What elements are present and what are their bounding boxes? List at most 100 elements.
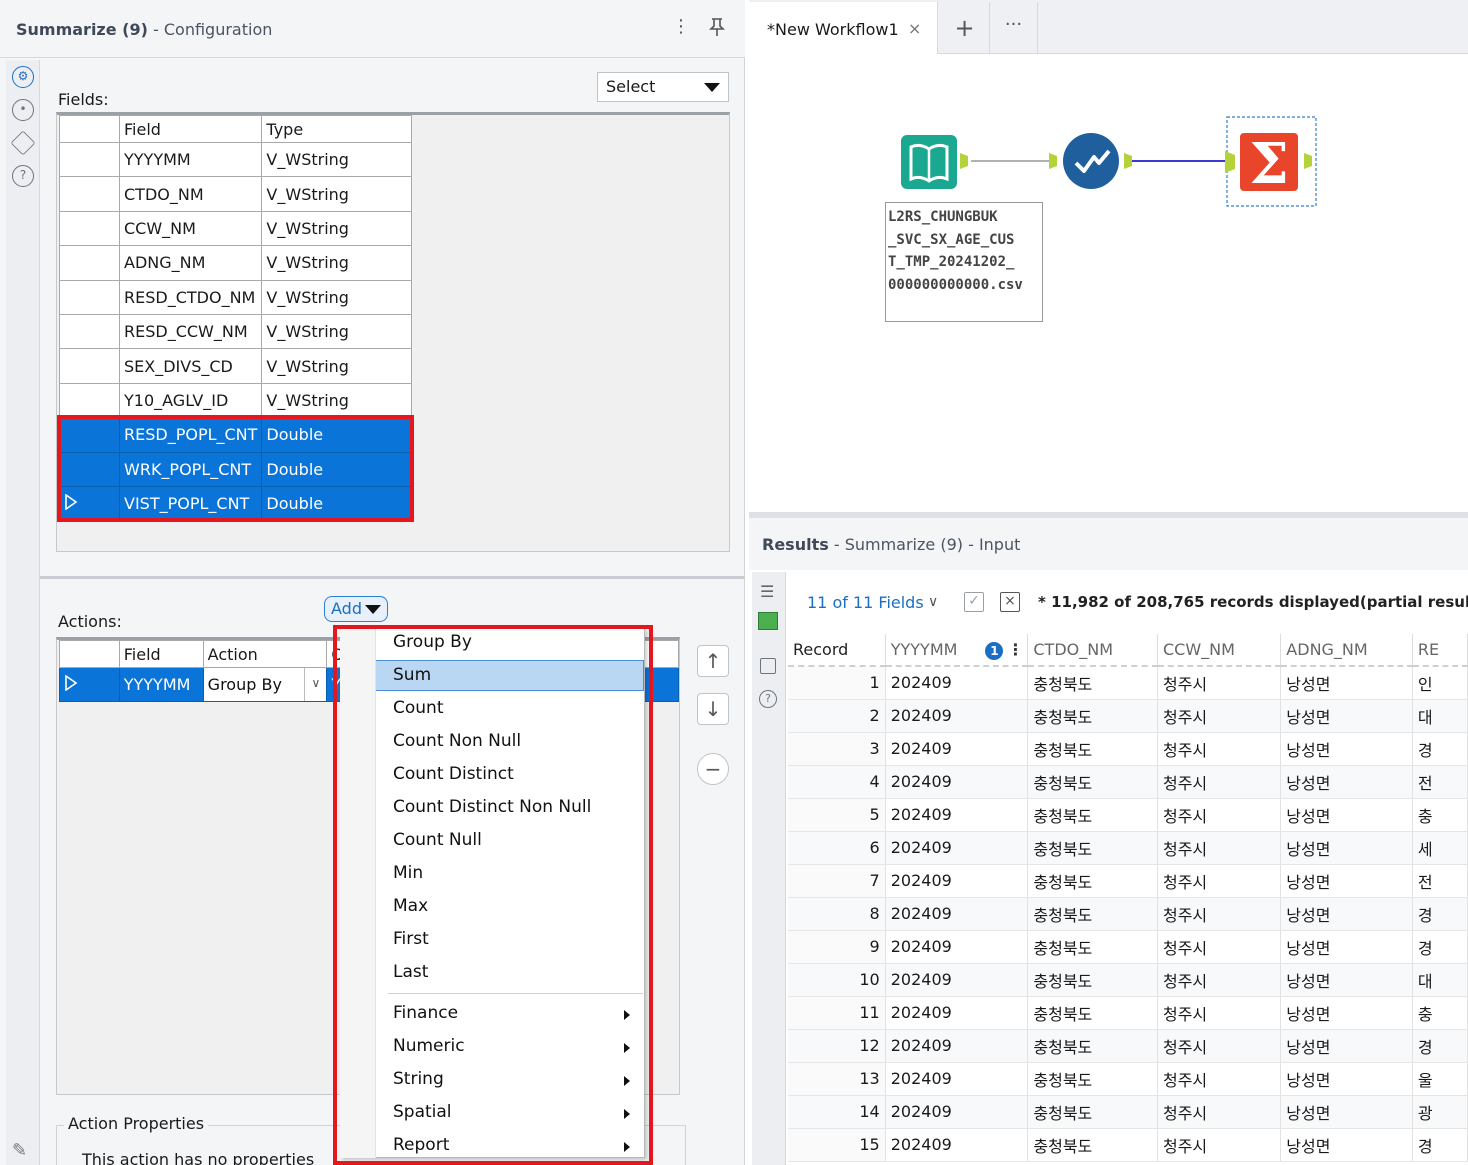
- column-header-record[interactable]: Record: [788, 634, 886, 667]
- move-down-button[interactable]: ↓: [697, 693, 729, 725]
- table-row[interactable]: 11 202409 충청북도 청주시 낭성면 충: [788, 996, 1468, 1030]
- column-header-yyyymm[interactable]: YYYYMM 1 ⋮: [885, 634, 1029, 667]
- table-row[interactable]: SEX_DIVS_CD V_WString: [59, 348, 413, 384]
- fields-count-dropdown[interactable]: 11 of 11 Fields: [807, 593, 924, 612]
- re-cell: 경: [1412, 930, 1468, 964]
- list-icon[interactable]: ☰: [760, 582, 774, 601]
- action-select[interactable]: Group By ∨: [202, 666, 328, 703]
- cursor-circle-icon[interactable]: •: [12, 99, 34, 121]
- table-row[interactable]: 14 202409 충청북도 청주시 낭성면 광: [788, 1095, 1468, 1129]
- ctdo-nm-cell: 충청북도: [1027, 765, 1158, 799]
- column-header-re[interactable]: RE: [1412, 634, 1468, 667]
- gear-icon[interactable]: ⚙: [12, 66, 34, 88]
- check-icon[interactable]: ✓: [964, 592, 984, 612]
- table-row[interactable]: 7 202409 충청북도 청주시 낭성면 전: [788, 864, 1468, 898]
- table-row[interactable]: 3 202409 충청북도 청주시 낭성면 경: [788, 732, 1468, 766]
- ctdo-nm-cell: 충청북도: [1027, 897, 1158, 931]
- ctdo-nm-cell: 충청북도: [1027, 699, 1158, 733]
- pin-icon[interactable]: [704, 16, 730, 42]
- ctdo-nm-cell: 충청북도: [1027, 666, 1158, 700]
- adng-nm-cell: 낭성면: [1280, 1029, 1413, 1063]
- pencil-icon[interactable]: ✎: [12, 1140, 27, 1161]
- close-icon[interactable]: ×: [908, 19, 921, 38]
- row-indicator: [59, 141, 120, 178]
- select-tool[interactable]: [1049, 133, 1132, 189]
- adng-nm-cell: 낭성면: [1280, 831, 1413, 865]
- help-icon[interactable]: ?: [12, 165, 34, 187]
- record-cell: 12: [788, 1029, 886, 1063]
- add-button[interactable]: Add: [324, 596, 388, 622]
- column-header-adng-nm[interactable]: ADNG_NM: [1280, 634, 1413, 667]
- kebab-menu-icon[interactable]: ⋮: [672, 16, 690, 42]
- column-header-ccw-nm[interactable]: CCW_NM: [1157, 634, 1282, 667]
- table-row[interactable]: CCW_NM V_WString: [59, 210, 413, 247]
- table-row[interactable]: 8 202409 충청북도 청주시 낭성면 경: [788, 897, 1468, 931]
- row-indicator: [59, 313, 120, 350]
- tool-title: Summarize (9): [16, 20, 148, 39]
- adng-nm-cell: 낭성면: [1280, 897, 1413, 931]
- action-select-value: Group By: [207, 675, 282, 695]
- ctdo-nm-cell: 충청북도: [1027, 798, 1158, 832]
- table-row[interactable]: 5 202409 충청북도 청주시 낭성면 충: [788, 798, 1468, 832]
- record-cell: 4: [788, 765, 886, 799]
- tag-icon[interactable]: [760, 658, 776, 674]
- select-dropdown[interactable]: Select: [597, 72, 729, 102]
- ccw-nm-cell: 청주시: [1157, 930, 1282, 964]
- more-tabs-button[interactable]: ···: [990, 2, 1038, 54]
- new-tab-button[interactable]: +: [940, 2, 990, 54]
- panel-splitter[interactable]: [40, 576, 745, 579]
- chevron-down-icon[interactable]: ∨: [304, 668, 326, 701]
- table-row[interactable]: 6 202409 충청북도 청주시 낭성면 세: [788, 831, 1468, 865]
- add-button-label: Add: [331, 599, 362, 618]
- table-row[interactable]: 13 202409 충청북도 청주시 낭성면 울: [788, 1062, 1468, 1096]
- field-type-cell: V_WString: [261, 210, 413, 247]
- table-row[interactable]: 2 202409 충청북도 청주시 낭성면 대: [788, 699, 1468, 733]
- table-row[interactable]: RESD_CTDO_NM V_WString: [59, 279, 413, 315]
- help-icon[interactable]: ?: [759, 690, 777, 708]
- highlight-box-selected-fields: [57, 415, 414, 522]
- table-row[interactable]: 4 202409 충청북도 청주시 낭성면 전: [788, 765, 1468, 799]
- table-view-icon[interactable]: [758, 612, 778, 630]
- column-header-field[interactable]: Field: [118, 640, 204, 668]
- yyyymm-cell: 202409: [885, 963, 1029, 997]
- yyyymm-cell: 202409: [885, 1095, 1029, 1129]
- table-row[interactable]: RESD_CCW_NM V_WString: [59, 313, 413, 350]
- yyyymm-cell: 202409: [885, 897, 1029, 931]
- ccw-nm-cell: 청주시: [1157, 699, 1282, 733]
- config-side-toolbar: ⚙ • ?: [6, 60, 40, 1165]
- table-row[interactable]: 15 202409 충청북도 청주시 낭성면 경: [788, 1128, 1468, 1162]
- action-properties-text: This action has no properties: [82, 1150, 315, 1165]
- row-indicator: [59, 382, 120, 419]
- column-header-action[interactable]: Action: [202, 640, 328, 668]
- results-grid: Record YYYYMM 1 ⋮ CTDO_NM CCW_NM ADNG_NM R…: [788, 634, 1468, 1165]
- field-type-cell: V_WString: [261, 279, 413, 315]
- table-row[interactable]: YYYYMM V_WString: [59, 141, 413, 178]
- table-row[interactable]: 9 202409 충청북도 청주시 낭성면 경: [788, 930, 1468, 964]
- table-row[interactable]: 1 202409 충청북도 청주시 낭성면 인: [788, 666, 1468, 700]
- ccw-nm-cell: 청주시: [1157, 897, 1282, 931]
- table-row[interactable]: 12 202409 충청북도 청주시 낭성면 경: [788, 1029, 1468, 1063]
- column-header-ctdo-nm[interactable]: CTDO_NM: [1027, 634, 1158, 667]
- column-menu-icon[interactable]: ⋮: [1007, 640, 1023, 659]
- table-row[interactable]: 10 202409 충청북도 청주시 낭성면 대: [788, 963, 1468, 997]
- column-header-type[interactable]: Type: [261, 115, 413, 143]
- table-row[interactable]: Y10_AGLV_ID V_WString: [59, 382, 413, 419]
- ctdo-nm-cell: 충청북도: [1027, 1095, 1158, 1129]
- summarize-tool[interactable]: Σ: [1225, 116, 1317, 207]
- remove-button[interactable]: −: [697, 753, 729, 785]
- records-info: * 11,982 of 208,765 records displayed(pa…: [1038, 593, 1468, 611]
- workflow-canvas[interactable]: Σ: [749, 55, 1468, 510]
- input-data-tool[interactable]: [901, 135, 968, 189]
- select-dropdown-label: Select: [606, 77, 656, 96]
- move-up-button[interactable]: ↑: [697, 645, 729, 677]
- chevron-down-icon[interactable]: ∨: [928, 594, 938, 610]
- record-cell: 13: [788, 1062, 886, 1096]
- row-indicator: [59, 279, 120, 315]
- table-row[interactable]: CTDO_NM V_WString: [59, 176, 413, 212]
- record-cell: 11: [788, 996, 886, 1030]
- close-box-icon[interactable]: ×: [1000, 592, 1020, 612]
- tag-icon[interactable]: [10, 130, 36, 156]
- column-header-field[interactable]: Field: [118, 115, 263, 143]
- fields-label: Fields:: [58, 90, 109, 109]
- table-row[interactable]: ADNG_NM V_WString: [59, 245, 413, 281]
